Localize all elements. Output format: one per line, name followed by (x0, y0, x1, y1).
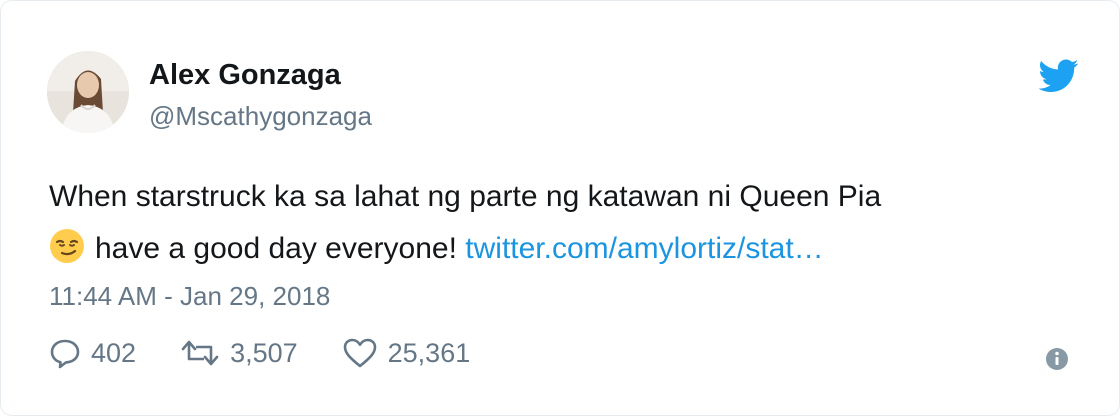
like-button[interactable]: 25,361 (342, 337, 471, 369)
smirking-face-emoji-icon (50, 229, 84, 263)
tweet-card: Alex Gonzaga @Mscathygonzaga When starst… (0, 0, 1120, 416)
reply-icon (50, 339, 80, 369)
retweet-count: 3,507 (230, 337, 298, 368)
tweet-link[interactable]: twitter.com/amylortiz/stat… (465, 232, 823, 265)
tweet-text-line-2: have a good day everyone! twitter.com/am… (49, 223, 1069, 275)
avatar[interactable] (47, 51, 129, 133)
tweet-text-line-2-body: have a good day everyone! (95, 232, 466, 265)
tweet-timestamp[interactable]: 11:44 AM - Jan 29, 2018 (49, 281, 330, 312)
profile-photo-icon (47, 51, 129, 133)
heart-icon (343, 338, 376, 368)
tweet-text-line-1: When starstruck ka sa lahat ng parte ng … (49, 180, 882, 213)
retweet-icon (181, 340, 219, 366)
user-handle[interactable]: @Mscathygonzaga (149, 101, 372, 132)
reply-button[interactable]: 402 (49, 337, 136, 369)
display-name[interactable]: Alex Gonzaga (149, 59, 341, 92)
info-icon[interactable] (1045, 347, 1069, 371)
like-count: 25,361 (387, 337, 471, 368)
tweet-text: When starstruck ka sa lahat ng parte ng … (49, 171, 1069, 275)
tweet-actions: 402 3,507 25,361 (49, 337, 514, 369)
twitter-bird-icon[interactable] (1039, 59, 1079, 93)
reply-count: 402 (91, 337, 137, 368)
retweet-button[interactable]: 3,507 (180, 337, 298, 369)
